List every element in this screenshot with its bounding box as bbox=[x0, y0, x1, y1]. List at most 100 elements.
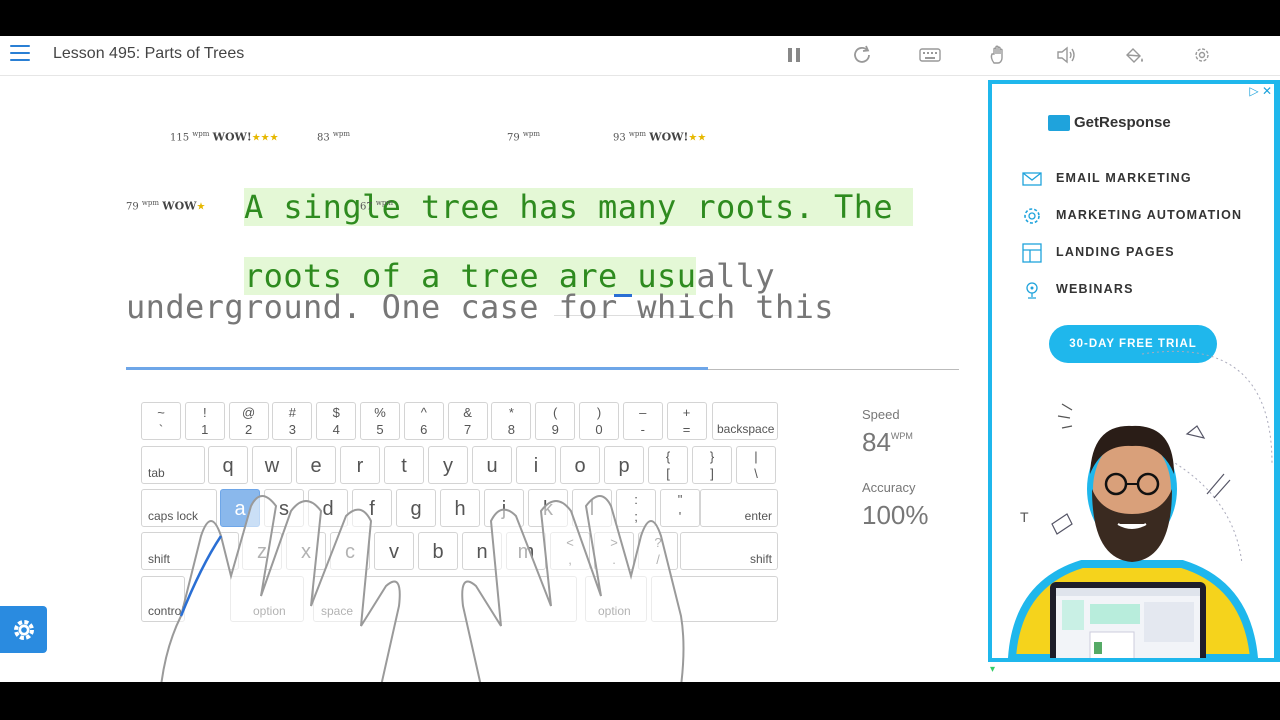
key-7[interactable]: & 7 bbox=[447, 402, 488, 440]
key-char: m bbox=[517, 541, 535, 563]
key-u[interactable]: u bbox=[472, 446, 512, 484]
key-top-char: " bbox=[677, 492, 683, 507]
key-5[interactable]: % 5 bbox=[360, 402, 400, 440]
key-z[interactable]: z bbox=[242, 532, 282, 570]
key-shift-right[interactable]: shift bbox=[680, 532, 778, 570]
key-backspace[interactable]: backspace bbox=[712, 402, 778, 440]
virtual-keyboard: ~ `! 1 @2 #3 $4% 5 ^ 6 & 7 * 8(9) 0– - + = backspace tab… bbox=[141, 402, 781, 622]
key-d[interactable]: d bbox=[308, 489, 348, 527]
key-bottom-char: 7 bbox=[463, 422, 472, 437]
key-bottom-char: 3 bbox=[288, 422, 296, 437]
letterbox-top bbox=[0, 0, 1280, 36]
key-3[interactable]: #3 bbox=[272, 402, 313, 440]
key-bottom-char: = bbox=[682, 422, 691, 437]
key-control[interactable]: control bbox=[141, 576, 185, 622]
key-sym[interactable]: <, bbox=[550, 532, 590, 570]
key-1[interactable]: ! 1 bbox=[184, 402, 225, 440]
key-c[interactable]: c bbox=[330, 532, 370, 570]
wpm-badge: 115 wpm WOW!★★★ bbox=[170, 130, 279, 144]
key-top-char: ~ bbox=[157, 405, 165, 420]
key-top-char: % bbox=[374, 405, 386, 420]
key-sym[interactable]: }] bbox=[692, 446, 732, 484]
key-x[interactable]: x bbox=[286, 532, 326, 570]
hamburger-menu-icon[interactable] bbox=[10, 45, 30, 61]
key-blank[interactable] bbox=[651, 576, 778, 622]
key-8[interactable]: * 8 bbox=[491, 402, 532, 440]
key-v[interactable]: v bbox=[374, 532, 414, 570]
key-f[interactable]: f bbox=[352, 489, 392, 527]
key-caps-lock[interactable]: caps lock bbox=[141, 489, 217, 527]
advertisement[interactable]: ▷ ✕ GetResponse EMAIL MARKETING MARKETIN… bbox=[988, 80, 1280, 662]
key-enter[interactable]: enter bbox=[700, 489, 778, 527]
sound-icon[interactable] bbox=[1055, 44, 1077, 66]
key-sym[interactable]: ? / bbox=[638, 532, 678, 570]
key-sym[interactable]: | \ bbox=[736, 446, 776, 484]
pause-icon[interactable] bbox=[783, 44, 805, 66]
typing-text-area[interactable]: 115 wpm WOW!★★★ 83 wpm 79 wpm 93 wpm WOW… bbox=[126, 130, 966, 376]
key-char: y bbox=[443, 455, 453, 477]
key-sym[interactable]: {[ bbox=[648, 446, 688, 484]
key-tab[interactable]: tab bbox=[141, 446, 205, 484]
key-e[interactable]: e bbox=[296, 446, 336, 484]
key-bottom-char: ` bbox=[158, 422, 164, 437]
key-char: e bbox=[310, 455, 322, 477]
key-p[interactable]: p bbox=[604, 446, 644, 484]
key-top-char: & bbox=[463, 405, 472, 420]
theme-paint-icon[interactable] bbox=[1123, 44, 1145, 66]
key-n[interactable]: n bbox=[462, 532, 502, 570]
key-bottom-char: 0 bbox=[595, 422, 603, 437]
key-char: w bbox=[264, 455, 280, 477]
typed-space bbox=[893, 188, 913, 226]
key-top-char: : bbox=[634, 492, 638, 507]
key-s[interactable]: s bbox=[264, 489, 304, 527]
key-h[interactable]: h bbox=[440, 489, 480, 527]
key-a[interactable]: a bbox=[220, 489, 260, 527]
ad-brand: GetResponse bbox=[1048, 114, 1171, 131]
key-w[interactable]: w bbox=[252, 446, 292, 484]
key-0[interactable]: ) 0 bbox=[579, 402, 619, 440]
key-sym[interactable]: :; bbox=[616, 489, 656, 527]
key-m[interactable]: m bbox=[506, 532, 546, 570]
key--[interactable]: – - bbox=[622, 402, 663, 440]
settings-fab-button[interactable] bbox=[0, 606, 47, 653]
key-r[interactable]: r bbox=[340, 446, 380, 484]
key-char: g bbox=[410, 498, 422, 520]
gear-icon bbox=[1024, 208, 1040, 224]
lesson-title: Lesson 495: Parts of Trees bbox=[53, 45, 245, 62]
adchoices-close-icon[interactable]: ▷ ✕ bbox=[1247, 84, 1274, 98]
key-bottom-char: 9 bbox=[551, 422, 559, 437]
key-sym[interactable]: >. bbox=[594, 532, 634, 570]
key-top-char: @ bbox=[241, 405, 256, 420]
location-pin-icon bbox=[1026, 282, 1038, 299]
key-2[interactable]: @2 bbox=[228, 402, 269, 440]
key-space[interactable]: space bbox=[313, 576, 577, 622]
key-o[interactable]: o bbox=[560, 446, 600, 484]
key-b[interactable]: b bbox=[418, 532, 458, 570]
key-option-left[interactable]: option bbox=[230, 576, 304, 622]
key-6[interactable]: ^ 6 bbox=[403, 402, 444, 440]
key-shift-left[interactable]: shift bbox=[141, 532, 239, 570]
hand-icon[interactable] bbox=[987, 44, 1009, 66]
settings-gear-icon[interactable] bbox=[1191, 44, 1213, 66]
restart-icon[interactable] bbox=[851, 44, 873, 66]
key-i[interactable]: i bbox=[516, 446, 556, 484]
key-k[interactable]: k bbox=[528, 489, 568, 527]
key-sym[interactable]: " ' bbox=[660, 489, 700, 527]
key-j[interactable]: j bbox=[484, 489, 524, 527]
key-y[interactable]: y bbox=[428, 446, 468, 484]
key-`[interactable]: ~ ` bbox=[141, 402, 181, 440]
key-=[interactable]: + = bbox=[666, 402, 707, 440]
key-l[interactable]: l bbox=[572, 489, 612, 527]
key-g[interactable]: g bbox=[396, 489, 436, 527]
key-top-char: > bbox=[610, 535, 618, 550]
key-char: x bbox=[301, 541, 311, 563]
keyboard-icon[interactable] bbox=[919, 44, 941, 66]
key-9[interactable]: (9 bbox=[535, 402, 576, 440]
key-q[interactable]: q bbox=[208, 446, 248, 484]
key-t[interactable]: t bbox=[384, 446, 424, 484]
key-4[interactable]: $4 bbox=[316, 402, 357, 440]
ad-person-illustration: T bbox=[1007, 350, 1273, 658]
ad-feedback-icon[interactable]: ▾ bbox=[990, 664, 995, 675]
key-option-right[interactable]: option bbox=[585, 576, 647, 622]
top-bar: Lesson 495: Parts of Trees bbox=[0, 36, 1280, 76]
